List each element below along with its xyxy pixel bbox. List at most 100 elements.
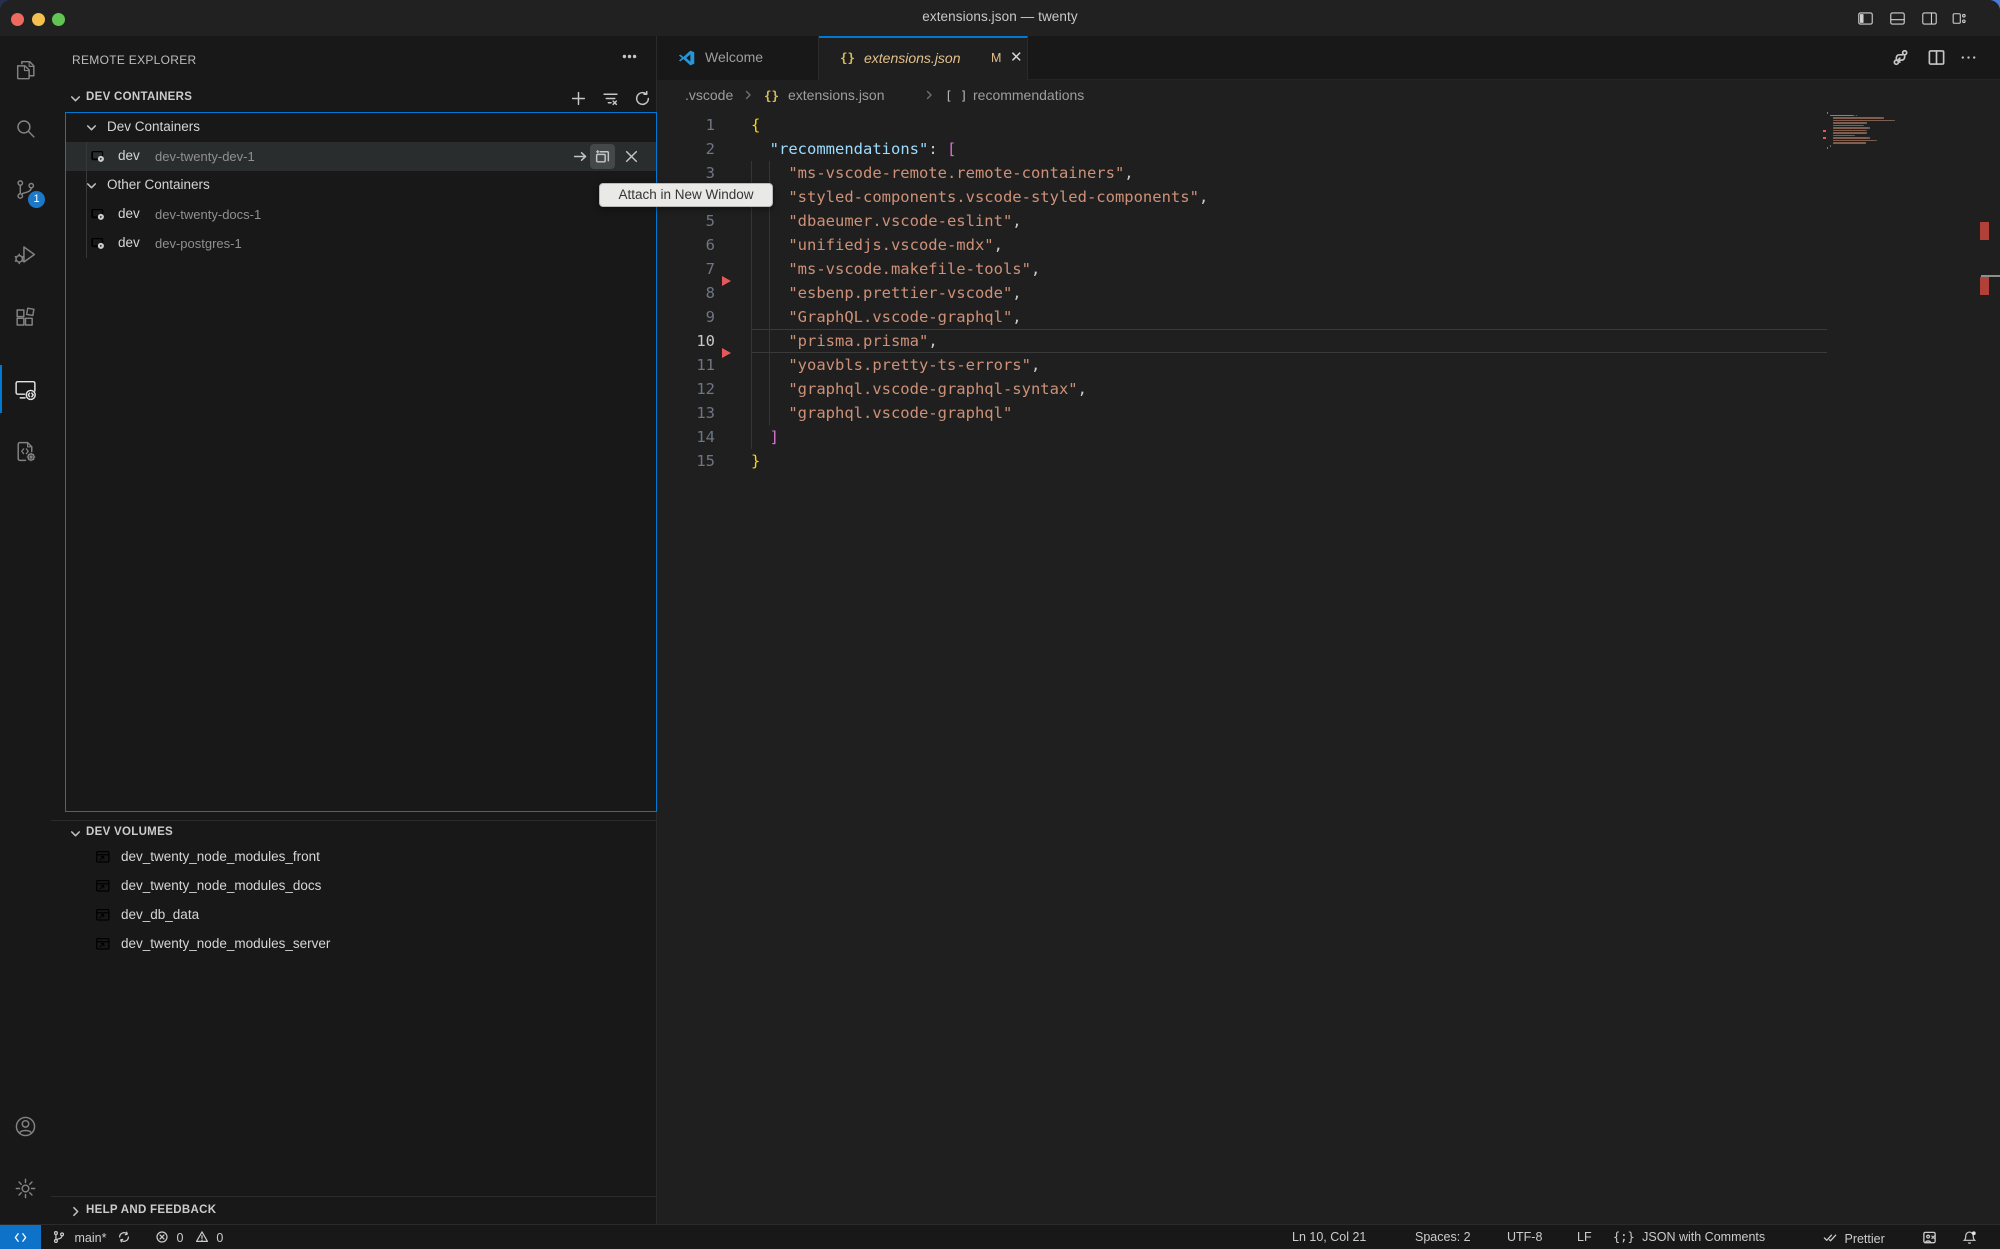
- open-changes-icon[interactable]: [1891, 48, 1910, 67]
- minimap-deleted-marker: [1823, 137, 1826, 139]
- code-line: }: [751, 449, 760, 473]
- cursor-position-status[interactable]: Ln 10, Col 21: [1292, 1230, 1366, 1244]
- line-number: 8: [657, 281, 715, 305]
- git-branch-icon: [52, 1230, 66, 1244]
- code-line: "ms-vscode-remote.remote-containers",: [751, 161, 1134, 185]
- close-tab-icon[interactable]: ✕: [1010, 48, 1023, 66]
- activity-bar-item-search[interactable]: [0, 104, 51, 152]
- volume-icon: [94, 848, 112, 866]
- volume-item-dev_db_data[interactable]: dev_db_data: [66, 901, 656, 930]
- activity-bar-item-remote-explorer[interactable]: [0, 365, 51, 413]
- tab-extensions-json[interactable]: {} extensions.json M ✕: [819, 36, 1028, 80]
- tree-item-container-dev-twenty-dev-1[interactable]: devdev-twenty-dev-1: [66, 142, 656, 171]
- formatter-status[interactable]: Prettier: [1823, 1230, 1885, 1246]
- line-number: 11: [657, 353, 715, 377]
- breadcrumb-item[interactable]: recommendations: [973, 87, 1084, 103]
- tree-item-container-dev-twenty-docs-1[interactable]: devdev-twenty-docs-1: [66, 200, 656, 229]
- encoding-status[interactable]: UTF-8: [1507, 1230, 1542, 1244]
- toggle-secondary-sidebar-icon[interactable]: [1920, 9, 1939, 28]
- overview-ruler-cursor-mark: [1981, 275, 2000, 277]
- line-number: 14: [657, 425, 715, 449]
- title-bar: extensions.json — twenty: [0, 0, 2000, 37]
- breadcrumb-item[interactable]: .vscode: [685, 87, 733, 103]
- tree-item-container-dev-postgres-1[interactable]: devdev-postgres-1: [66, 229, 656, 258]
- line-number: 7: [657, 257, 715, 281]
- code-line: "graphql.vscode-graphql-syntax",: [751, 377, 1087, 401]
- close-icon[interactable]: [623, 148, 640, 165]
- status-bar: main* 0 0 Ln 10, Col 21 Spaces: 2 UTF-8 …: [0, 1224, 2000, 1249]
- toggle-primary-sidebar-icon[interactable]: [1856, 9, 1875, 28]
- code-line: "yoavbls.pretty-ts-errors",: [751, 353, 1040, 377]
- vscode-logo-icon: [677, 49, 695, 67]
- volume-item-dev_twenty_node_modules_docs[interactable]: dev_twenty_node_modules_docs: [66, 872, 656, 901]
- container-icon: [89, 234, 107, 252]
- sync-status[interactable]: [117, 1230, 131, 1245]
- line-number: 2: [657, 137, 715, 161]
- tree-group-dev-containers[interactable]: Dev Containers: [66, 113, 656, 142]
- git-branch-status[interactable]: main*: [52, 1230, 106, 1245]
- activity-bar-item-containers[interactable]: [0, 427, 51, 475]
- breadcrumb-item[interactable]: extensions.json: [788, 87, 885, 103]
- sync-icon: [117, 1230, 131, 1244]
- git-deleted-lines-marker[interactable]: [722, 348, 731, 358]
- remote-indicator[interactable]: [0, 1225, 41, 1249]
- activity-bar-item-accounts[interactable]: [0, 1102, 51, 1150]
- chevron-right-icon: [742, 89, 754, 101]
- toggle-panel-icon[interactable]: [1888, 9, 1907, 28]
- breadcrumbs: .vscode {} extensions.json [ ] recommend…: [657, 80, 2000, 111]
- tree-group-other-containers[interactable]: Other Containers: [66, 171, 656, 200]
- feedback-icon[interactable]: [1922, 1230, 1937, 1245]
- code-line: "unifiedjs.vscode-mdx",: [751, 233, 1003, 257]
- language-mode-status[interactable]: {;} JSON with Comments: [1613, 1230, 1765, 1244]
- line-number: 13: [657, 401, 715, 425]
- activity-bar-item-explorer[interactable]: [0, 45, 51, 93]
- section-help-and-feedback-header[interactable]: HELP AND FEEDBACK: [51, 1196, 656, 1225]
- line-number: 10: [657, 329, 715, 353]
- overview-ruler-deleted-mark: [1980, 277, 1989, 295]
- git-modified-badge: M: [991, 51, 1001, 65]
- customize-layout-icon[interactable]: [1950, 9, 1969, 28]
- activity-bar-item-run-and-debug[interactable]: [0, 230, 51, 278]
- activity-bar-item-extensions[interactable]: [0, 294, 51, 342]
- git-deleted-lines-marker[interactable]: [722, 276, 731, 286]
- line-number: 9: [657, 305, 715, 329]
- code-line: "ms-vscode.makefile-tools",: [751, 257, 1040, 281]
- overview-ruler-deleted-mark: [1980, 222, 1989, 240]
- problems-status[interactable]: 0 0: [155, 1230, 223, 1245]
- container-icon: [89, 147, 107, 165]
- source-control-badge: 1: [28, 191, 45, 208]
- chevron-down-icon: [85, 121, 98, 134]
- line-number: 6: [657, 233, 715, 257]
- window-title: extensions.json — twenty: [0, 9, 2000, 24]
- error-icon: [155, 1230, 169, 1244]
- code-line: "prisma.prisma",: [751, 329, 938, 353]
- eol-status[interactable]: LF: [1577, 1230, 1592, 1244]
- activity-bar: 1: [0, 36, 52, 1224]
- line-number: 12: [657, 377, 715, 401]
- split-editor-icon[interactable]: [1927, 48, 1946, 67]
- activity-bar-item-settings[interactable]: [0, 1164, 51, 1212]
- sidebar-remote-explorer: REMOTE EXPLORER DEV CONTAINERS Dev Conta…: [51, 36, 657, 1224]
- code-line: "esbenp.prettier-vscode",: [751, 281, 1022, 305]
- attach-new-window-icon[interactable]: [594, 148, 611, 165]
- attach-window-icon[interactable]: [572, 148, 589, 165]
- indentation-status[interactable]: Spaces: 2: [1415, 1230, 1471, 1244]
- symbol-array-icon: [ ]: [945, 88, 968, 103]
- chevron-right-icon: [69, 1205, 82, 1218]
- minimap-deleted-marker: [1823, 130, 1826, 132]
- tooltip-attach-in-new-window: Attach in New Window: [599, 183, 773, 207]
- code-line: ]: [751, 425, 779, 449]
- json-braces-icon: {}: [840, 50, 855, 65]
- more-actions-icon[interactable]: [1959, 48, 1978, 67]
- notifications-bell-icon[interactable]: [1962, 1230, 1977, 1245]
- volume-item-dev_twenty_node_modules_front[interactable]: dev_twenty_node_modules_front: [66, 843, 656, 872]
- code-line: {: [751, 113, 760, 137]
- volume-icon: [94, 877, 112, 895]
- volume-item-dev_twenty_node_modules_server[interactable]: dev_twenty_node_modules_server: [66, 930, 656, 959]
- activity-bar-item-source-control[interactable]: 1: [0, 165, 51, 213]
- dev-containers-tree: Dev Containersdevdev-twenty-dev-1Other C…: [51, 36, 656, 1224]
- code-line: "graphql.vscode-graphql": [751, 401, 1012, 425]
- double-check-icon: [1823, 1230, 1838, 1245]
- tab-label: Welcome: [705, 49, 763, 65]
- tab-welcome[interactable]: Welcome: [657, 36, 819, 80]
